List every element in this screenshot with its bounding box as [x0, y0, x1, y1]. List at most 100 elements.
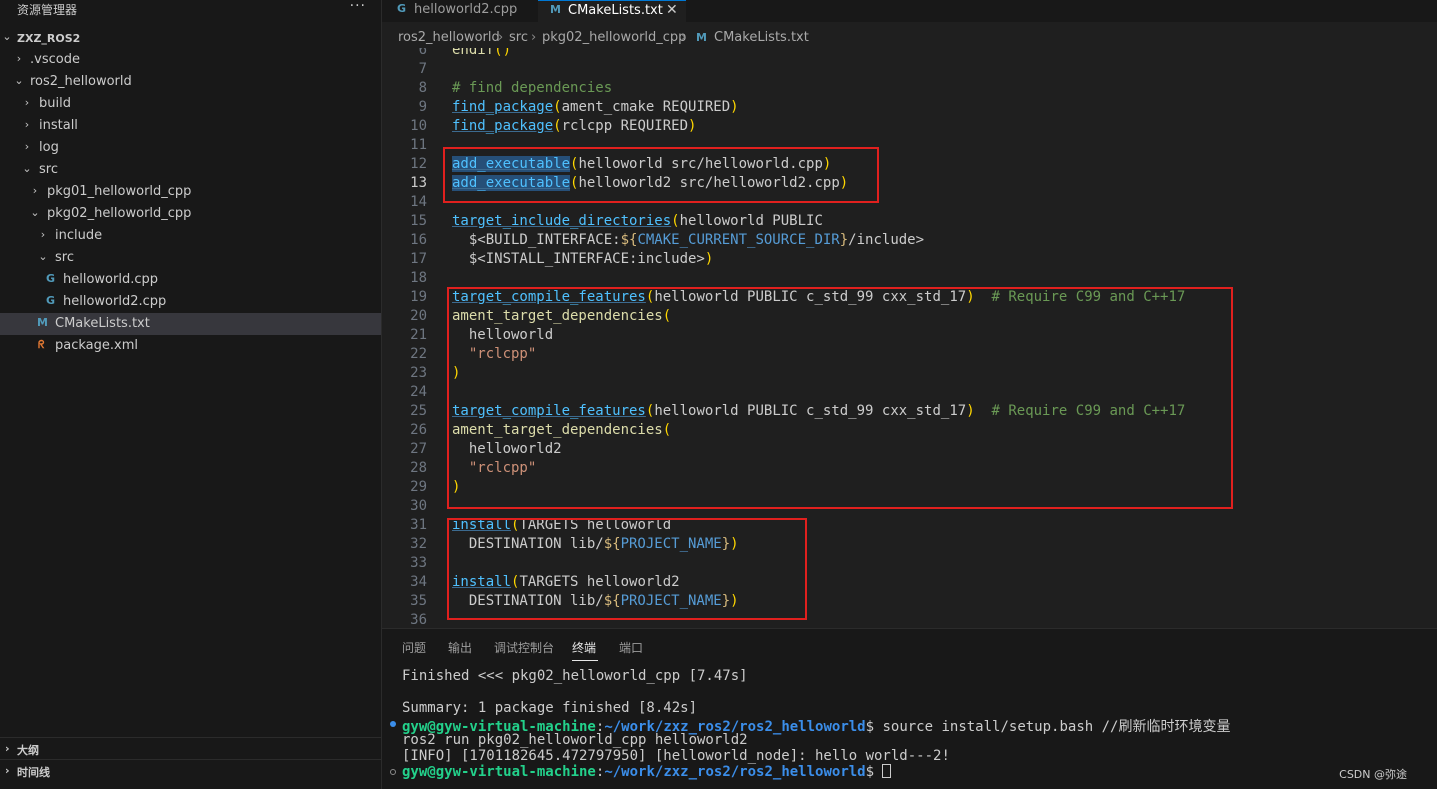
panel-tab-output[interactable]: 输出	[448, 639, 472, 656]
chevron-down-icon: ⌄	[2, 30, 12, 43]
more-actions-icon[interactable]: ···	[350, 0, 366, 14]
terminal-command-line: gyw@gyw-virtual-machine:~/work/zxz_ros2/…	[402, 716, 1231, 735]
chevron-right-icon: ›	[681, 30, 687, 45]
terminal-line: [INFO] [1701182645.472797950] [helloworl…	[402, 748, 950, 764]
breadcrumb-item[interactable]: ros2_helloworld	[398, 30, 500, 45]
tree-item-label: src	[55, 250, 74, 265]
line-number: 22	[410, 346, 427, 362]
tree-item-cmakelists[interactable]: M CMakeLists.txt	[0, 313, 381, 335]
code-text: # find dependencies	[452, 80, 613, 96]
tree-item-package-xml[interactable]: ᖇ package.xml	[0, 335, 381, 357]
chevron-down-icon: ⌄	[30, 206, 40, 219]
tree-item-label: pkg01_helloworld_cpp	[47, 184, 192, 199]
code-line[interactable]: 7	[382, 61, 1437, 80]
line-number: 30	[410, 498, 427, 514]
tree-item-install[interactable]: › install	[0, 115, 381, 137]
tab-cmakelists[interactable]: M CMakeLists.txt ✕	[538, 0, 686, 22]
code-line[interactable]: 9 find_package(ament_cmake REQUIRED)	[382, 99, 1437, 118]
explorer-header: 资源管理器 ···	[0, 0, 382, 20]
chevron-right-icon: ›	[16, 52, 22, 65]
tree-item-label: build	[39, 96, 71, 111]
line-number: 32	[410, 536, 427, 552]
tree-item-label: .vscode	[30, 52, 80, 67]
active-tab-indicator	[572, 660, 598, 661]
panel-tab-debug-console[interactable]: 调试控制台	[494, 639, 554, 656]
command-status-dot	[390, 769, 396, 775]
highlight-box-install	[447, 518, 807, 620]
line-number: 27	[410, 441, 427, 457]
line-number: 14	[410, 194, 427, 210]
cpp-file-icon: G	[46, 272, 56, 285]
panel-tab-terminal[interactable]: 终端	[572, 639, 596, 656]
line-number: 15	[410, 213, 427, 229]
tree-item-src-inner[interactable]: ⌄ src	[0, 247, 381, 269]
tree-item-label: ZXZ_ROS2	[17, 32, 81, 45]
panel-tab-ports[interactable]: 端口	[619, 639, 643, 656]
tree-item-log[interactable]: › log	[0, 137, 381, 159]
tree-item-vscode[interactable]: › .vscode	[0, 49, 381, 71]
tree-item-label: log	[39, 140, 59, 155]
tree-item-ros2-helloworld[interactable]: ⌄ ros2_helloworld	[0, 71, 381, 93]
tab-label: helloworld2.cpp	[414, 2, 518, 17]
line-number: 28	[410, 460, 427, 476]
code-line[interactable]: 6 endif()	[382, 48, 1437, 61]
line-number: 21	[410, 327, 427, 343]
code-text: target_include_directories(helloworld PU…	[452, 213, 823, 229]
explorer-sidebar: 资源管理器 ··· ⌄ ZXZ_ROS2 › .vscode ⌄ ros2_he…	[0, 0, 382, 789]
tab-helloworld2-cpp[interactable]: G helloworld2.cpp	[382, 0, 538, 22]
panel-tab-problems[interactable]: 问题	[402, 639, 426, 656]
line-number: 16	[410, 232, 427, 248]
terminal-line: Summary: 1 package finished [8.42s]	[402, 700, 698, 716]
tree-item-helloworld2-cpp[interactable]: G helloworld2.cpp	[0, 291, 381, 313]
tree-item-include[interactable]: › include	[0, 225, 381, 247]
outline-label: 大纲	[17, 744, 39, 757]
chevron-right-icon: ›	[32, 184, 38, 197]
timeline-section[interactable]: › 时间线	[0, 759, 381, 781]
chevron-right-icon: ›	[40, 228, 46, 241]
breadcrumb-item[interactable]: src	[509, 30, 528, 45]
tree-item-label: ros2_helloworld	[30, 74, 132, 89]
tree-item-pkg02[interactable]: ⌄ pkg02_helloworld_cpp	[0, 203, 381, 225]
close-icon[interactable]: ✕	[666, 2, 678, 18]
tree-item-label: package.xml	[55, 338, 138, 353]
breadcrumb-item[interactable]: pkg02_helloworld_cpp	[542, 30, 686, 45]
line-number: 9	[418, 99, 427, 115]
cmake-file-icon: M	[696, 31, 707, 44]
tree-item-src[interactable]: ⌄ src	[0, 159, 381, 181]
tree-root-zxz-ros2[interactable]: ⌄ ZXZ_ROS2	[0, 27, 381, 49]
tree-item-label: include	[55, 228, 103, 243]
breadcrumb-item[interactable]: CMakeLists.txt	[714, 30, 809, 45]
line-number: 8	[418, 80, 427, 96]
code-line[interactable]: 15 target_include_directories(helloworld …	[382, 213, 1437, 232]
tree-item-build[interactable]: › build	[0, 93, 381, 115]
terminal-command: $ source install/setup.bash //刷新临时环境变量	[865, 719, 1231, 735]
code-line[interactable]: 17 $<INSTALL_INTERFACE:include>)	[382, 251, 1437, 270]
chevron-down-icon: ⌄	[38, 250, 48, 263]
highlight-box-dependencies	[447, 287, 1233, 509]
code-line[interactable]: 8 # find dependencies	[382, 80, 1437, 99]
watermark: CSDN @弥途	[1339, 768, 1407, 781]
line-number: 18	[410, 270, 427, 286]
line-number: 10	[410, 118, 427, 134]
outline-section[interactable]: › 大纲	[0, 737, 381, 759]
code-editor[interactable]: 6 endif() 7 8 # find dependencies 9 find_packa…	[382, 48, 1437, 628]
tree-item-pkg01[interactable]: › pkg01_helloworld_cpp	[0, 181, 381, 203]
prompt-user: gyw@gyw-virtual-machine	[402, 764, 596, 780]
chevron-right-icon: ›	[24, 96, 30, 109]
prompt-path: ~/work/zxz_ros2/ros2_helloworld	[604, 764, 866, 780]
line-number: 36	[410, 612, 427, 628]
chevron-right-icon: ›	[24, 118, 30, 131]
line-number: 11	[410, 137, 427, 153]
breadcrumb: ros2_helloworld › src › pkg02_helloworld…	[382, 28, 1437, 48]
tree-item-label: CMakeLists.txt	[55, 316, 150, 331]
tree-item-helloworld-cpp[interactable]: G helloworld.cpp	[0, 269, 381, 291]
terminal-command: $	[865, 764, 883, 780]
code-text: find_package(rclcpp REQUIRED)	[452, 118, 697, 134]
cmake-file-icon: M	[550, 3, 561, 16]
code-line[interactable]: 16 $<BUILD_INTERFACE:${CMAKE_CURRENT_SOU…	[382, 232, 1437, 251]
tree-item-label: install	[39, 118, 78, 133]
line-number: 26	[410, 422, 427, 438]
line-number: 12	[410, 156, 427, 172]
terminal-prompt-line[interactable]: gyw@gyw-virtual-machine:~/work/zxz_ros2/…	[402, 764, 892, 780]
code-line[interactable]: 10 find_package(rclcpp REQUIRED)	[382, 118, 1437, 137]
